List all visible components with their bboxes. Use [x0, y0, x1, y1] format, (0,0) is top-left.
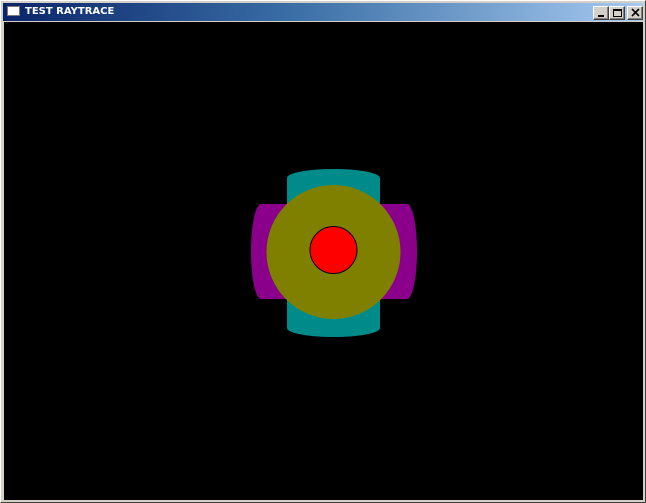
red-sphere — [309, 226, 358, 274]
maximize-button[interactable] — [609, 6, 625, 20]
raytrace-scene — [4, 22, 643, 500]
close-icon — [631, 8, 640, 17]
window-icon[interactable] — [7, 6, 20, 16]
close-button[interactable] — [627, 6, 643, 20]
app-window: TEST RAYTRACE — [0, 0, 646, 503]
title-bar[interactable]: TEST RAYTRACE — [3, 3, 643, 21]
minimize-button[interactable] — [593, 6, 609, 20]
minimize-icon — [598, 15, 604, 17]
maximize-icon — [613, 9, 622, 17]
render-canvas[interactable] — [4, 22, 643, 500]
window-title: TEST RAYTRACE — [25, 6, 115, 17]
